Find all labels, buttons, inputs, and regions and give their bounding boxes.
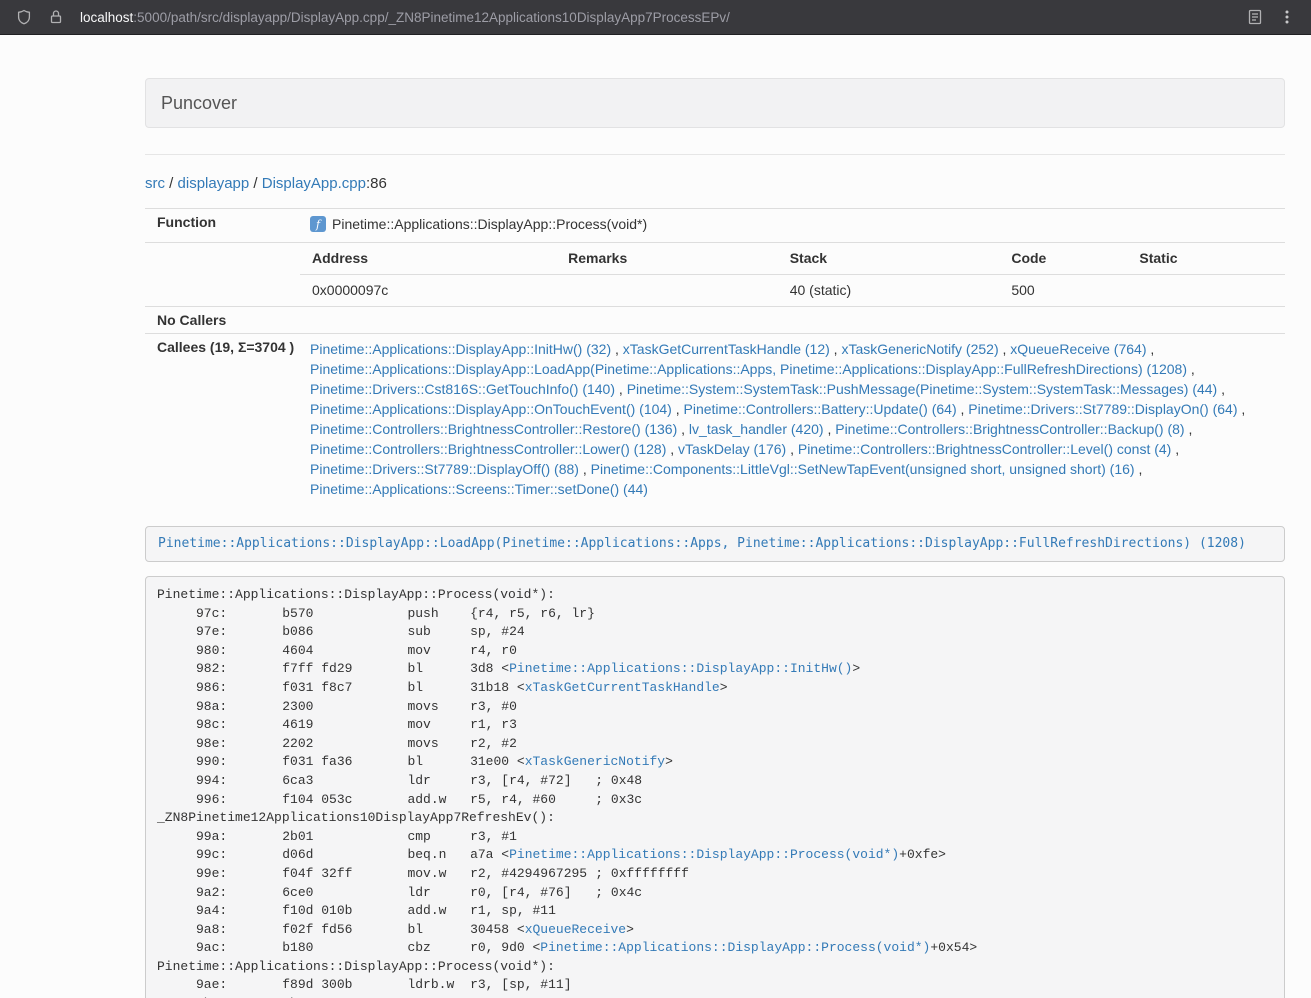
callee-link[interactable]: Pinetime::Applications::DisplayApp::Init… bbox=[310, 341, 611, 357]
callee-link[interactable]: Pinetime::System::SystemTask::PushMessag… bbox=[627, 381, 1218, 397]
code-symbol-link[interactable]: xTaskGenericNotify bbox=[525, 754, 665, 769]
details-row-label bbox=[145, 243, 300, 307]
callee-link[interactable]: Pinetime::Drivers::St7789::DisplayOff() … bbox=[310, 461, 579, 477]
detail-column-stack: Stack bbox=[778, 243, 1000, 275]
callee-link[interactable]: Pinetime::Drivers::Cst816S::GetTouchInfo… bbox=[310, 381, 615, 397]
highlighted-symbol-box: Pinetime::Applications::DisplayApp::Load… bbox=[145, 526, 1285, 562]
detail-value-code: 500 bbox=[999, 275, 1127, 307]
code-symbol-link[interactable]: Pinetime::Applications::DisplayApp::Proc… bbox=[509, 847, 899, 862]
callee-link[interactable]: Pinetime::Controllers::BrightnessControl… bbox=[835, 421, 1184, 437]
callees-row: Callees (19, Σ=3704 ) Pinetime::Applicat… bbox=[145, 334, 1285, 505]
callees-label: Callees (19, Σ=3704 ) bbox=[145, 334, 300, 505]
breadcrumb-link-src[interactable]: src bbox=[145, 175, 165, 192]
detail-value-remarks bbox=[556, 275, 778, 307]
disassembly-code: Pinetime::Applications::DisplayApp::Proc… bbox=[157, 587, 977, 998]
callee-link[interactable]: Pinetime::Controllers::Battery::Update()… bbox=[684, 401, 957, 417]
overflow-menu-icon[interactable] bbox=[1275, 5, 1299, 29]
divider bbox=[145, 154, 1285, 155]
details-row: AddressRemarksStackCodeStatic 0x0000097c… bbox=[145, 243, 1285, 307]
code-symbol-link[interactable]: Pinetime::Applications::DisplayApp::Init… bbox=[509, 661, 852, 676]
callee-link[interactable]: xTaskGetCurrentTaskHandle (12) bbox=[623, 341, 830, 357]
detail-column-code: Code bbox=[999, 243, 1127, 275]
details-cell: AddressRemarksStackCodeStatic 0x0000097c… bbox=[300, 243, 1285, 307]
detail-value-address: 0x0000097c bbox=[300, 275, 556, 307]
url-bar[interactable]: localhost:5000/path/src/displayapp/Displ… bbox=[80, 10, 1235, 25]
details-value-row: 0x0000097c 40 (static)500 bbox=[300, 275, 1285, 307]
callee-link[interactable]: vTaskDelay (176) bbox=[678, 441, 786, 457]
callee-link[interactable]: Pinetime::Drivers::St7789::DisplayOn() (… bbox=[968, 401, 1237, 417]
detail-column-address: Address bbox=[300, 243, 556, 275]
detail-value-stack: 40 (static) bbox=[778, 275, 1000, 307]
no-callers-label: No Callers bbox=[145, 307, 300, 334]
code-symbol-link[interactable]: Pinetime::Applications::DisplayApp::Proc… bbox=[540, 940, 930, 955]
detail-value-static bbox=[1127, 275, 1285, 307]
callee-link[interactable]: Pinetime::Applications::DisplayApp::OnTo… bbox=[310, 401, 672, 417]
no-callers-row: No Callers bbox=[145, 307, 1285, 334]
navbar: Puncover bbox=[145, 78, 1285, 128]
highlighted-symbol-link[interactable]: Pinetime::Applications::DisplayApp::Load… bbox=[158, 536, 1246, 551]
breadcrumb: src / displayapp / DisplayApp.cpp:86 bbox=[145, 175, 1285, 192]
site-identity-lock-icon[interactable] bbox=[44, 5, 68, 29]
page-content: Puncover src / displayapp / DisplayApp.c… bbox=[145, 78, 1285, 998]
callee-link[interactable]: lv_task_handler (420) bbox=[689, 421, 824, 437]
disassembly-block: Pinetime::Applications::DisplayApp::Proc… bbox=[145, 576, 1285, 998]
breadcrumb-link-displayapp[interactable]: displayapp bbox=[178, 175, 250, 192]
callee-link[interactable]: Pinetime::Applications::DisplayApp::Load… bbox=[310, 361, 1187, 377]
reader-mode-icon[interactable] bbox=[1243, 5, 1267, 29]
function-label: Function bbox=[145, 209, 300, 243]
code-symbol-link[interactable]: xQueueReceive bbox=[525, 922, 626, 937]
details-header-row: AddressRemarksStackCodeStatic bbox=[300, 243, 1285, 275]
no-callers-cell bbox=[300, 307, 1285, 334]
function-signature: Pinetime::Applications::DisplayApp::Proc… bbox=[332, 216, 647, 232]
callee-link[interactable]: xQueueReceive (764) bbox=[1010, 341, 1146, 357]
callee-link[interactable]: xTaskGenericNotify (252) bbox=[841, 341, 998, 357]
detail-column-remarks: Remarks bbox=[556, 243, 778, 275]
detail-column-static: Static bbox=[1127, 243, 1285, 275]
tracking-protection-shield-icon[interactable] bbox=[12, 5, 36, 29]
callees-list: Pinetime::Applications::DisplayApp::Init… bbox=[300, 334, 1285, 505]
brand-link[interactable]: Puncover bbox=[161, 93, 237, 114]
function-table: Function f Pinetime::Applications::Displ… bbox=[145, 208, 1285, 504]
function-type-icon: f bbox=[310, 216, 326, 237]
callee-link[interactable]: Pinetime::Controllers::BrightnessControl… bbox=[310, 421, 677, 437]
function-signature-cell: f Pinetime::Applications::DisplayApp::Pr… bbox=[300, 209, 1285, 243]
details-table: AddressRemarksStackCodeStatic 0x0000097c… bbox=[300, 243, 1285, 306]
function-row: Function f Pinetime::Applications::Displ… bbox=[145, 209, 1285, 243]
callee-link[interactable]: Pinetime::Applications::Screens::Timer::… bbox=[310, 481, 648, 497]
breadcrumb-link-file[interactable]: DisplayApp.cpp bbox=[262, 175, 366, 192]
url-path: :5000/path/src/displayapp/DisplayApp.cpp… bbox=[133, 10, 730, 25]
callee-link[interactable]: Pinetime::Controllers::BrightnessControl… bbox=[798, 441, 1171, 457]
url-host: localhost bbox=[80, 10, 133, 25]
callee-link[interactable]: Pinetime::Controllers::BrightnessControl… bbox=[310, 441, 666, 457]
callee-link[interactable]: Pinetime::Components::LittleVgl::SetNewT… bbox=[591, 461, 1135, 477]
browser-toolbar: localhost:5000/path/src/displayapp/Displ… bbox=[0, 0, 1311, 35]
code-symbol-link[interactable]: xTaskGetCurrentTaskHandle bbox=[525, 680, 720, 695]
